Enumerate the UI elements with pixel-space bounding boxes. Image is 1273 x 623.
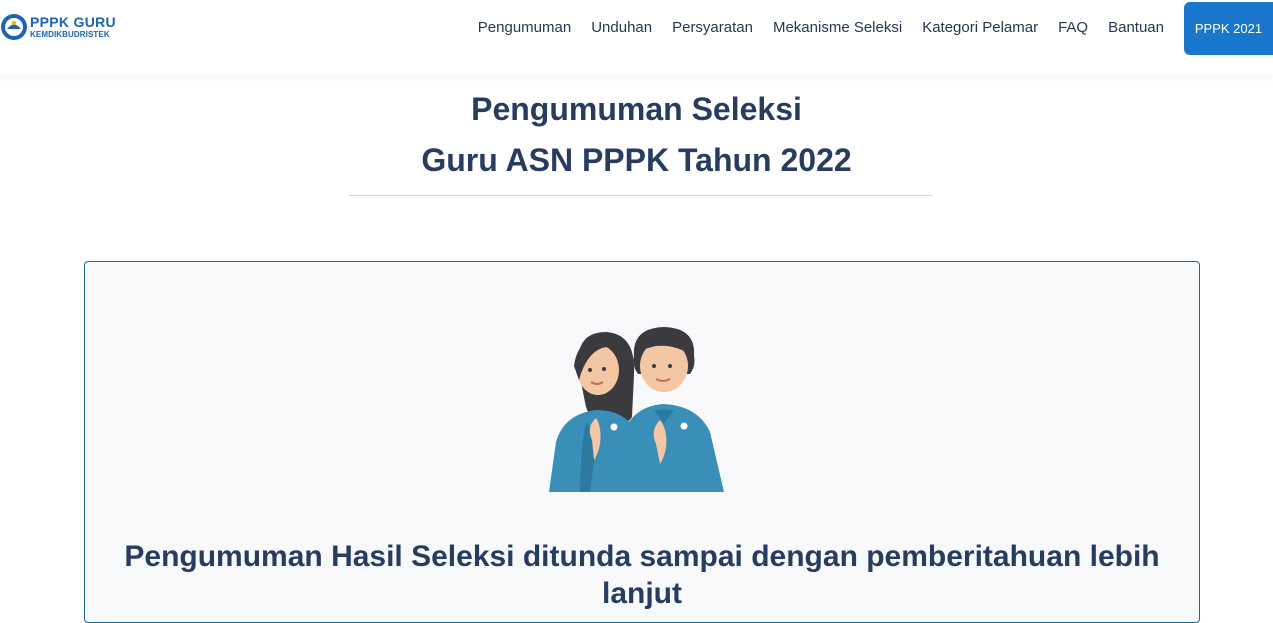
nav-link-faq[interactable]: FAQ (1058, 19, 1088, 36)
nav-link-persyaratan[interactable]: Persyaratan (672, 19, 753, 36)
page-title-line2: Guru ASN PPPK Tahun 2022 (421, 142, 852, 178)
announcement-card: Pengumuman Hasil Seleksi ditunda sampai … (84, 261, 1200, 623)
page-title: Pengumuman Seleksi Guru ASN PPPK Tahun 2… (0, 84, 1273, 186)
nav-link-bantuan[interactable]: Bantuan (1108, 19, 1164, 36)
brand-text: PPPK GURU KEMDIKBUDRISTEK (30, 15, 116, 39)
nav-link-pengumuman[interactable]: Pengumuman (478, 19, 571, 36)
tut-wuri-handayani-emblem-icon (1, 14, 27, 40)
page-title-line1: Pengumuman Seleksi (471, 91, 802, 127)
nav-link-unduhan[interactable]: Unduhan (591, 19, 652, 36)
brand-subtitle: KEMDIKBUDRISTEK (30, 30, 110, 39)
nav-link-mekanisme-seleksi[interactable]: Mekanisme Seleksi (773, 19, 902, 36)
main-nav: Pengumuman Unduhan Persyaratan Mekanisme… (478, 0, 1273, 55)
nav-link-kategori-pelamar[interactable]: Kategori Pelamar (922, 19, 1038, 36)
two-teachers-greeting-illustration (549, 327, 724, 492)
navbar: PPPK GURU KEMDIKBUDRISTEK Pengumuman Und… (0, 0, 1273, 75)
brand-title: PPPK GURU (30, 14, 116, 30)
announcement-message: Pengumuman Hasil Seleksi ditunda sampai … (124, 540, 1160, 610)
title-divider (349, 195, 933, 196)
pppk-2021-button[interactable]: PPPK 2021 (1184, 2, 1273, 55)
brand-logo[interactable]: PPPK GURU KEMDIKBUDRISTEK (0, 12, 116, 42)
